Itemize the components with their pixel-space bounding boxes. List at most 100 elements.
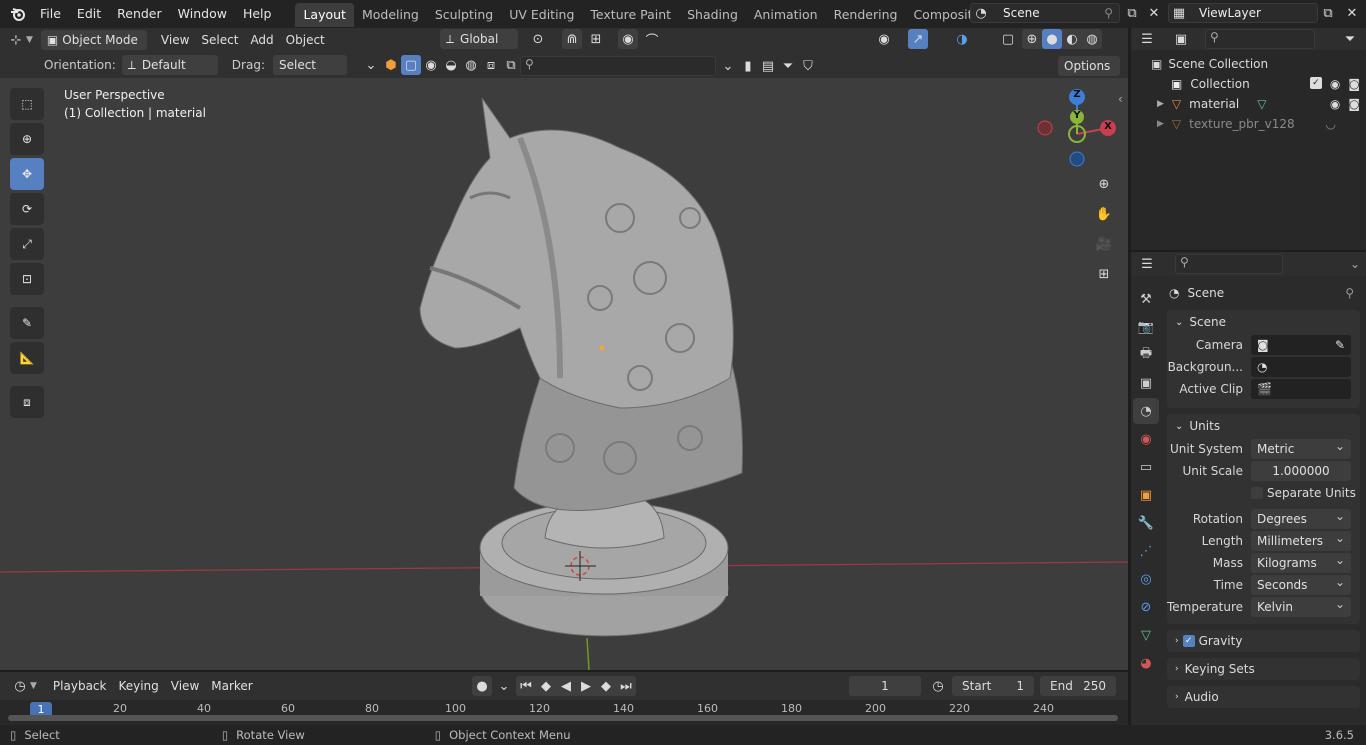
background-field[interactable]: ◔ <box>1251 357 1351 377</box>
collection-tab-icon[interactable]: ▭ <box>1133 454 1159 480</box>
constraints-tab-icon[interactable]: ⊘ <box>1133 594 1159 620</box>
menu-keying[interactable]: Keying <box>112 676 164 696</box>
play-reverse-icon[interactable]: ◀ <box>556 676 576 696</box>
expand-icon[interactable]: ▶ <box>1157 99 1164 109</box>
current-frame-field[interactable]: 1 <box>849 676 921 696</box>
data-tab-icon[interactable]: ▽ <box>1133 622 1159 648</box>
keying-sets-panel[interactable]: › Keying Sets <box>1167 658 1360 680</box>
menu-playback[interactable]: Playback <box>47 676 113 696</box>
outliner-item-collection[interactable]: ▣ Collection ✓ ◉ ◙ <box>1131 74 1366 94</box>
snap-icon[interactable]: ⋒ <box>562 29 582 49</box>
rendered-shading-icon[interactable]: ◍ <box>1082 29 1102 49</box>
menu-add[interactable]: Add <box>244 30 279 50</box>
timeline[interactable]: 1 20 40 60 80 100 120 140 160 180 200 22… <box>0 700 1128 725</box>
tab-layout[interactable]: Layout <box>295 3 354 27</box>
pivot-point-icon[interactable]: ⊙ <box>528 29 548 49</box>
audio-panel[interactable]: › Audio <box>1167 686 1360 708</box>
menu-marker[interactable]: Marker <box>205 676 258 696</box>
outliner-item-material[interactable]: ▶ ▽ material ▽ ◉ ◙ <box>1131 94 1366 114</box>
filter-icon[interactable]: ⏷ <box>778 56 798 76</box>
outliner-editor-icon[interactable]: ☰ <box>1137 29 1157 49</box>
blender-logo-icon[interactable] <box>8 4 28 24</box>
zoom-icon[interactable]: ⊕ <box>1092 172 1116 196</box>
select-extend-icon[interactable]: ◉ <box>421 55 441 75</box>
view-layer-selector[interactable]: ▦ ViewLayer <box>1168 3 1318 23</box>
menu-render[interactable]: Render <box>109 0 170 28</box>
3d-viewport[interactable]: User Perspective (1) Collection | materi… <box>0 78 1128 670</box>
gizmo-icon[interactable]: ↗ <box>908 29 928 49</box>
camera-field[interactable]: ◙ ✎ <box>1251 335 1351 355</box>
tab-uv-editing[interactable]: UV Editing <box>501 3 582 27</box>
rotation-dropdown[interactable]: Degrees <box>1251 506 1351 529</box>
select-invert-icon[interactable]: ◍ <box>461 55 481 75</box>
pin-icon[interactable]: ⚲ <box>1104 6 1113 20</box>
drag-dropdown[interactable]: Select Box <box>272 55 347 92</box>
timeline-scrollbar[interactable] <box>8 715 1118 721</box>
unit-system-dropdown[interactable]: Metric <box>1251 436 1351 459</box>
falloff-icon[interactable]: ⌒ <box>642 29 662 49</box>
perspective-grid-icon[interactable]: ⊞ <box>1092 262 1116 286</box>
select-mode-chevron-icon[interactable]: ⌄ <box>361 55 381 75</box>
physics-tab-icon[interactable]: ◎ <box>1133 566 1159 592</box>
gravity-panel[interactable]: › ✓ Gravity <box>1167 630 1360 652</box>
unit-scale-field[interactable]: 1.000000 <box>1251 461 1351 481</box>
material-tab-icon[interactable]: ◕ <box>1133 650 1159 676</box>
outliner-search-input[interactable]: ⚲ <box>1205 29 1315 49</box>
clock-icon[interactable]: ◷ <box>928 676 948 696</box>
xray-icon[interactable]: ▢ <box>998 29 1018 49</box>
view-layer-tab-icon[interactable]: ▣ <box>1133 370 1159 396</box>
camera-view-icon[interactable]: 🎥 <box>1092 232 1116 256</box>
menu-view[interactable]: View <box>155 30 195 50</box>
measure-tool-icon[interactable]: 📐 <box>10 342 44 374</box>
cursor-tool-icon[interactable]: ⊕ <box>10 123 44 155</box>
next-keyframe-icon[interactable]: ◆ <box>596 676 616 696</box>
jump-end-icon[interactable]: ⏭ <box>616 676 636 696</box>
new-scene-icon[interactable]: ⧉ <box>1122 3 1142 23</box>
scale-tool-icon[interactable]: ⤢ <box>10 228 44 260</box>
chevron-down-icon[interactable]: ⌄ <box>1350 257 1360 271</box>
sidebar-toggle-icon[interactable]: ‹ <box>1118 92 1123 106</box>
options-dropdown[interactable]: Options <box>1058 56 1120 76</box>
scene-panel-header[interactable]: ⌄ Scene <box>1167 310 1360 334</box>
length-dropdown[interactable]: Millimeters <box>1251 528 1351 551</box>
tab-animation[interactable]: Animation <box>746 3 826 27</box>
transform-orientation-dropdown[interactable]: ⟂ Global <box>440 29 518 49</box>
menu-select[interactable]: Select <box>195 30 244 50</box>
solid-shading-icon[interactable]: ● <box>1042 29 1062 49</box>
tab-texture-paint[interactable]: Texture Paint <box>582 3 679 27</box>
delete-scene-icon[interactable]: ✕ <box>1144 3 1164 23</box>
units-panel-header[interactable]: ⌄ Units <box>1167 414 1360 438</box>
mode-selector[interactable]: ▣ Object Mode <box>40 30 147 50</box>
active-clip-field[interactable]: 🎬 <box>1251 379 1351 399</box>
record-icon[interactable]: ● <box>472 676 492 696</box>
modifier-tab-icon[interactable]: 🔧 <box>1133 510 1159 536</box>
tab-shading[interactable]: Shading <box>679 3 746 27</box>
properties-search-input[interactable]: ⚲ <box>1175 254 1283 274</box>
bookmark-icon[interactable]: ▮ <box>738 56 758 76</box>
outliner-root[interactable]: ▣ Scene Collection <box>1131 54 1366 74</box>
rotate-tool-icon[interactable]: ⟳ <box>10 193 44 225</box>
menu-window[interactable]: Window <box>170 0 235 28</box>
menu-timeline-view[interactable]: View <box>165 676 205 696</box>
snap-target-icon[interactable]: ⊞ <box>586 29 606 49</box>
proportional-edit-icon[interactable]: ◉ <box>618 29 638 49</box>
gravity-checkbox[interactable]: ✓ <box>1182 635 1195 647</box>
particles-tab-icon[interactable]: ⋰ <box>1133 538 1159 564</box>
separate-units-checkbox[interactable] <box>1251 487 1263 499</box>
hidden-eye-icon[interactable]: ◡ <box>1326 117 1336 131</box>
editor-type-icon[interactable]: ⊹ <box>6 30 26 50</box>
menu-object[interactable]: Object <box>280 30 331 50</box>
exclude-checkbox[interactable]: ✓ <box>1309 77 1322 89</box>
scene-tab-icon[interactable]: ◔ <box>1133 398 1159 424</box>
view-layer-name[interactable]: ViewLayer <box>1199 6 1261 20</box>
prev-keyframe-icon[interactable]: ◆ <box>536 676 556 696</box>
select-new-icon[interactable]: ▢ <box>400 55 421 75</box>
tab-sculpting[interactable]: Sculpting <box>427 3 501 27</box>
filter-toggle-icon[interactable]: ⌄ <box>718 56 738 76</box>
object-tab-icon[interactable]: ▣ <box>1133 482 1159 508</box>
play-icon[interactable]: ▶ <box>576 676 596 696</box>
select-box-tool-icon[interactable]: ⬚ <box>10 88 44 120</box>
eye-icon[interactable]: ◉ <box>1330 77 1340 91</box>
properties-editor-icon[interactable]: ☰ <box>1137 254 1157 274</box>
tab-modeling[interactable]: Modeling <box>354 3 427 27</box>
